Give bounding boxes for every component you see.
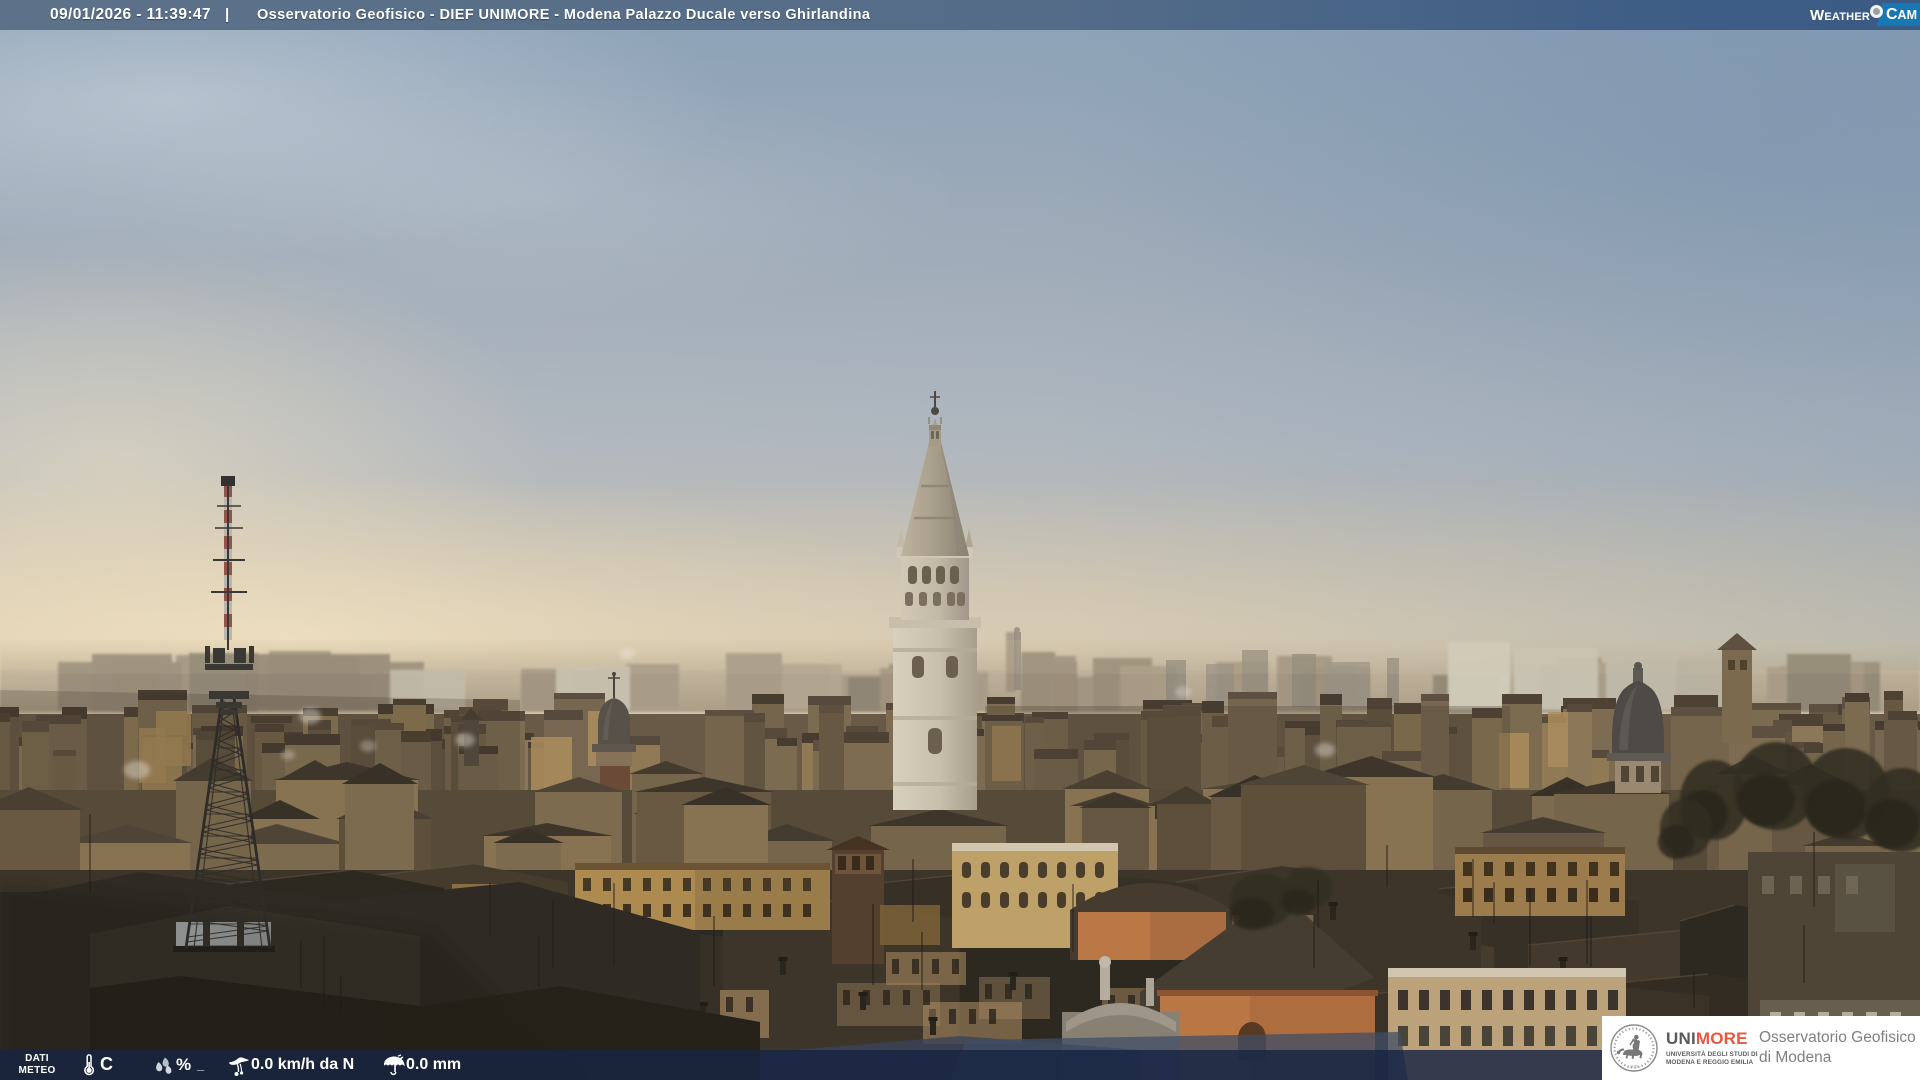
svg-text:1175: 1175 bbox=[1630, 1064, 1638, 1069]
